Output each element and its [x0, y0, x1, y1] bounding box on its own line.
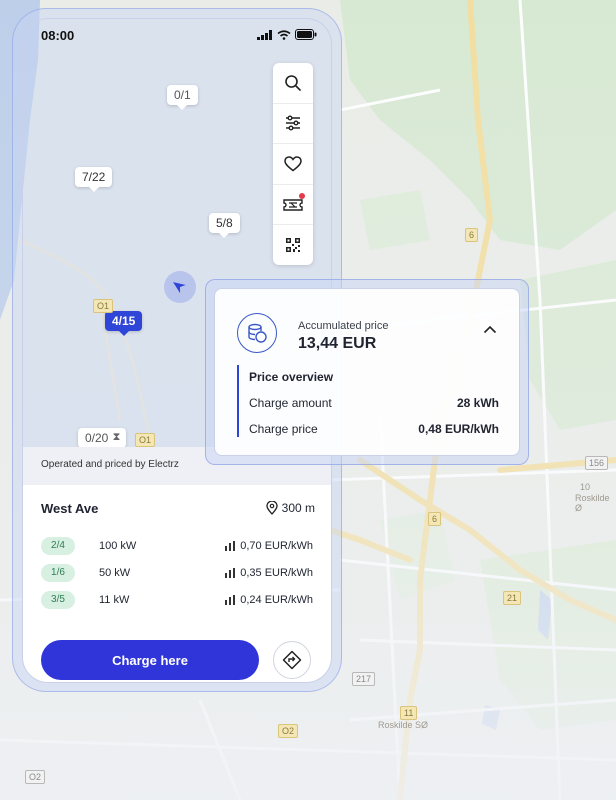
map-pin-station-selected[interactable]: 4/15: [105, 311, 143, 336]
place-label: Roskilde SØ: [378, 720, 429, 730]
filter-button[interactable]: [273, 104, 313, 145]
map-pin-station[interactable]: 0/1: [167, 85, 198, 110]
station-bottom-sheet: Operated and priced by Electrz West Ave …: [23, 447, 331, 682]
road-shield: O1: [93, 299, 114, 313]
connector-price: 0,24 EUR/kWh: [225, 594, 313, 606]
coins-icon: [237, 313, 277, 353]
map-pin-icon: [265, 501, 278, 515]
place-label: 10: [580, 482, 591, 492]
road-shield: O1: [135, 433, 156, 447]
station-details: West Ave 300 m 2/4 100 kW 0,70 EUR/kWh 1…: [23, 485, 331, 682]
status-icons: [257, 29, 317, 40]
road-shield: 6: [465, 228, 479, 242]
hourglass-icon: ⧗: [112, 431, 121, 443]
road-shield: 21: [503, 591, 522, 605]
qr-scan-button[interactable]: [273, 225, 313, 265]
filter-icon: [286, 115, 300, 131]
status-bar: 08:00: [23, 19, 331, 53]
bar-chart-icon: [225, 541, 236, 551]
directions-icon: [282, 650, 302, 670]
road-shield: 156: [585, 456, 609, 470]
battery-icon: [295, 29, 317, 40]
connector-row[interactable]: 3/5 11 kW 0,24 EUR/kWh: [41, 591, 313, 611]
price-value: 0,35 EUR/kWh: [240, 567, 313, 579]
coins-icon-glyph: [248, 323, 267, 343]
price-overview: Price overview Charge amount 28 kWh Char…: [237, 365, 499, 437]
place-label: Roskilde Ø: [575, 493, 610, 513]
price-value: 0,24 EUR/kWh: [240, 594, 313, 606]
chevron-up-icon[interactable]: [483, 325, 497, 334]
pin-label: 0/20: [85, 431, 109, 445]
availability-badge: 3/5: [41, 591, 75, 609]
signal-icon: [257, 29, 272, 40]
road-shield: 11: [400, 706, 418, 720]
qr-code-icon: [286, 238, 300, 253]
price-row-label: Charge price: [249, 422, 318, 436]
map-toolbar: [273, 63, 313, 265]
road-shield: O2: [278, 724, 299, 738]
availability-badge: 2/4: [41, 537, 75, 555]
price-row: Charge amount 28 kWh: [249, 396, 499, 410]
connector-row[interactable]: 2/4 100 kW 0,70 EUR/kWh: [41, 537, 313, 557]
connector-price: 0,70 EUR/kWh: [225, 540, 313, 552]
road-shield: 6: [428, 512, 442, 526]
road-shield: 217: [352, 672, 376, 686]
connector-power: 100 kW: [99, 540, 137, 552]
road-shield: O2: [25, 770, 46, 784]
wifi-icon: [277, 29, 291, 40]
connector-power: 50 kW: [99, 567, 131, 579]
price-row-value: 0,48 EUR/kWh: [418, 422, 499, 436]
map-pin-station[interactable]: 5/8: [209, 213, 240, 238]
map-pin-station[interactable]: 0/20 ⧗: [78, 428, 127, 453]
search-button[interactable]: [273, 63, 313, 104]
bar-chart-icon: [225, 595, 236, 605]
my-location-marker[interactable]: [164, 271, 196, 303]
heart-icon: [284, 156, 302, 172]
favorites-button[interactable]: [273, 144, 313, 185]
availability-badge: 1/6: [41, 564, 75, 582]
connector-price: 0,35 EUR/kWh: [225, 567, 313, 579]
ticket-icon: [283, 198, 303, 211]
price-row-value: 28 kWh: [456, 396, 499, 410]
map-pin-station[interactable]: 7/22: [75, 167, 113, 192]
accumulated-price-value: 13,44 EUR: [298, 335, 377, 352]
directions-button[interactable]: [273, 641, 311, 679]
station-distance: 300 m: [265, 501, 315, 515]
notification-badge: [299, 192, 305, 199]
price-value: 0,70 EUR/kWh: [240, 540, 313, 552]
connector-power: 11 kW: [99, 594, 130, 606]
search-icon: [285, 74, 301, 91]
price-row-label: Charge amount: [249, 396, 332, 410]
price-overview-title: Price overview: [249, 370, 334, 384]
station-name: West Ave: [41, 501, 99, 516]
operator-text: Operated and priced by Electrz: [41, 459, 179, 470]
connector-row[interactable]: 1/6 50 kW 0,35 EUR/kWh: [41, 564, 313, 584]
tickets-button[interactable]: [273, 185, 313, 226]
accumulated-price-label: Accumulated price: [298, 320, 389, 332]
location-arrow-icon: [173, 282, 186, 294]
status-time: 08:00: [41, 28, 75, 43]
price-row: Charge price 0,48 EUR/kWh: [249, 422, 499, 436]
bar-chart-icon: [225, 568, 236, 578]
distance-value: 300 m: [281, 501, 315, 515]
charge-here-button[interactable]: Charge here: [41, 640, 259, 680]
accumulated-price-card: Accumulated price 13,44 EUR Price overvi…: [214, 288, 520, 456]
